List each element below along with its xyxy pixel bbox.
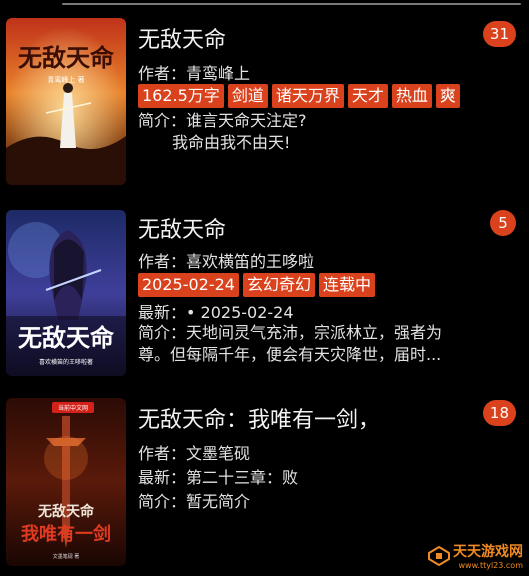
cover-title-1: 无敌天命 [18,43,115,72]
book-title-3[interactable]: 无敌天命：我唯有一剑， [138,402,380,434]
author-row-1: 作者：青鸾峰上 [138,60,250,84]
cover-author-2: 喜欢横笛的王哆啦著 [39,358,93,366]
author-label: 作者： [138,252,187,271]
latest-chapter[interactable]: 第二十三章：败 [186,468,298,487]
book-cover-3[interactable]: 当前中文网 无敌天命 我唯有一剑 文墨笔砚 著 [6,398,126,566]
cover-author-3: 文墨笔砚 著 [53,553,80,560]
author-name[interactable]: 青鸾峰上 [186,64,250,83]
intro-text: 天地间灵气充沛，宗派林立，强者为 [186,323,443,342]
author-row-3: 作者：文墨笔砚 [138,440,250,464]
book-cover-2[interactable]: 无敌天命 喜欢横笛的王哆啦著 [6,210,126,376]
intro-3: 简介：暂无简介 [138,488,250,512]
author-label: 作者： [138,444,187,463]
book-cover-1[interactable]: 无敌天命 青鸾峰上 著 [6,18,126,185]
intro-text: 我命由我不由天! [172,133,291,152]
cover-subtitle-3: 我唯有一剑 [21,523,111,545]
tag-item[interactable]: 热血 [391,84,432,108]
cover-art-3: 当前中文网 无敌天命 我唯有一剑 文墨笔砚 著 [6,398,126,566]
intro-2: 简介：天地间灵气充沛，宗派林立，强者为 尊。但每隔千年，便会有天灾降世，届时..… [138,322,478,366]
author-label: 作者： [138,64,187,83]
tag-status: 连载中 [319,273,376,297]
latest-row-2[interactable]: 最新：• 2025-02-24 [138,299,294,323]
book-item-1[interactable]: 无敌天命 青鸾峰上 著 无敌天命 31 作者：青鸾峰上 162.5万字 剑道 诸天万… [0,0,529,200]
watermark-url: www.ttyl23.com [458,561,523,570]
book-item-2[interactable]: 无敌天命 喜欢横笛的王哆啦著 无敌天命 5 作者：喜欢横笛的王哆啦 2025-0… [0,200,529,390]
update-count-badge-2: 5 [490,210,516,236]
tag-item[interactable]: 诸天万界 [271,84,344,108]
author-row-2: 作者：喜欢横笛的王哆啦 [138,248,314,272]
tag-item[interactable]: 爽 [435,84,460,108]
latest-label: 最新： [138,468,187,487]
author-name[interactable]: 喜欢横笛的王哆啦 [186,252,314,271]
cover-title-3: 无敌天命 [37,503,95,520]
intro-text: 暂无简介 [186,492,251,511]
latest-label: 最新： [138,303,187,322]
intro-1: 简介：谁言天命天注定? 我命由我不由天! [138,110,478,154]
tag-list-2: 2025-02-24 玄幻奇幻 连载中 [138,273,470,297]
tag-item[interactable]: 玄幻奇幻 [242,273,315,297]
tag-list-1: 162.5万字 剑道 诸天万界 天才 热血爽 [138,84,470,108]
tag-date: 2025-02-24 [138,273,239,297]
update-count-badge-1: 31 [482,21,516,47]
tag-item[interactable]: 剑道 [227,84,268,108]
latest-row-3[interactable]: 最新：第二十三章：败 [138,464,298,488]
book-title-2[interactable]: 无敌天命 [138,212,226,244]
intro-label: 简介： [138,323,187,342]
cover-art-1: 无敌天命 青鸾峰上 著 [6,18,126,185]
latest-chapter[interactable]: • 2025-02-24 [186,303,294,322]
intro-label: 简介： [138,111,187,130]
book-title-1[interactable]: 无敌天命 [138,22,226,54]
cover-title-2: 无敌天命 [18,323,115,352]
intro-text: 谁言天命天注定? [186,111,307,130]
intro-text: 尊。但每隔千年，便会有天灾降世，届时... [138,345,442,364]
watermark-logo-icon [428,545,450,566]
update-count-badge-3: 18 [482,400,516,426]
author-name[interactable]: 文墨笔砚 [186,444,250,463]
cover-art-2: 无敌天命 喜欢横笛的王哆啦著 [6,210,126,376]
tag-word-count: 162.5万字 [138,84,224,108]
watermark: 天天游戏网 www.ttyl23.com [428,541,523,570]
cover-brand-3: 当前中文网 [58,404,88,412]
watermark-text: 天天游戏网 [453,544,523,560]
tag-item[interactable]: 天才 [347,84,388,108]
intro-label: 简介： [138,492,187,511]
cover-author-1: 青鸾峰上 著 [47,75,84,84]
